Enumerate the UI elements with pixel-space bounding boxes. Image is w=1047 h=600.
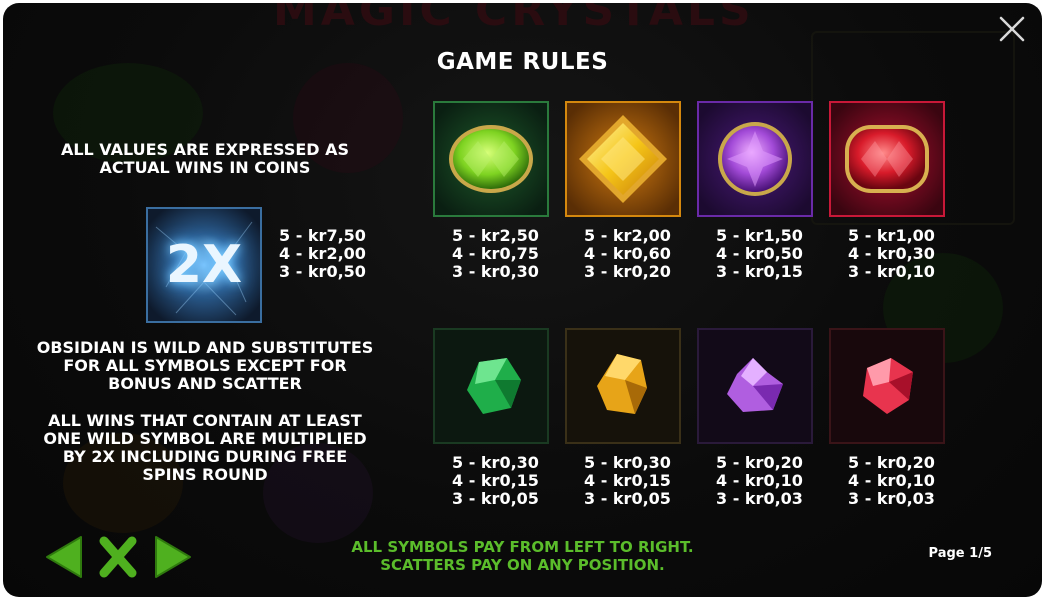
payout-line: 5 - kr1,50 [716,226,803,245]
wild-multiplier-label: 2X [165,235,243,295]
payout-line: 3 - kr0,15 [716,262,803,281]
symbol-tile-yellow-gem [565,101,681,217]
payout-line: 5 - kr0,30 [584,453,671,472]
payout-line: 5 - kr2,50 [452,226,539,245]
payout-line: 3 - kr0,20 [584,262,671,281]
payouts-yellow-crystal: 5 - kr0,30 4 - kr0,15 3 - kr0,05 [584,454,671,508]
wild-symbol-tile: 2X [146,207,262,323]
purple-round-gem-icon [697,101,813,217]
payout-line: 5 - kr2,00 [584,226,671,245]
payouts-green-crystal: 5 - kr0,30 4 - kr0,15 3 - kr0,05 [452,454,539,508]
multiplier-description: ALL WINS THAT CONTAIN AT LEAST ONE WILD … [43,411,367,484]
close-icon [999,16,1025,42]
symbol-tile-green-gem [433,101,549,217]
payouts-green-gem: 5 - kr2,50 4 - kr0,75 3 - kr0,30 [452,227,539,281]
symbol-tile-red-gem [829,101,945,217]
footer-note: ALL SYMBOLS PAY FROM LEFT TO RIGHT. SCAT… [3,538,1042,574]
page-title: GAME RULES [436,49,609,75]
payouts-yellow-gem: 5 - kr2,00 4 - kr0,60 3 - kr0,20 [584,227,671,281]
green-oval-gem-icon [433,101,549,217]
payout-line: 3 - kr0,03 [848,489,935,508]
yellow-diamond-gem-icon [565,101,681,217]
payout-line: 5 - kr0,30 [452,453,539,472]
intro-text: ALL VALUES ARE EXPRESSED AS ACTUAL WINS … [60,140,350,177]
payout-line: 4 - kr0,30 [848,244,935,263]
symbol-tile-red-crystal [829,328,945,444]
footer-line: SCATTERS PAY ON ANY POSITION. [380,556,665,574]
payout-line: 4 - kr0,10 [848,471,935,490]
payout-line: 4 - kr0,60 [584,244,671,263]
payout-line: 5 - kr0,20 [848,453,935,472]
payouts-red-gem: 5 - kr1,00 4 - kr0,30 3 - kr0,10 [848,227,935,281]
symbol-tile-yellow-crystal [565,328,681,444]
payout-line: 4 - kr0,15 [452,471,539,490]
yellow-crystal-icon [565,328,681,444]
symbol-tile-purple-gem [697,101,813,217]
red-cushion-gem-icon [829,101,945,217]
payout-line: 3 - kr0,05 [452,489,539,508]
payout-line: 4 - kr2,00 [279,244,366,263]
payout-line: 4 - kr0,75 [452,244,539,263]
payout-line: 4 - kr0,15 [584,471,671,490]
footer-line: ALL SYMBOLS PAY FROM LEFT TO RIGHT. [351,538,694,556]
rules-panel: MAGIC CRYSTALS GAME RULES ALL VALUES ARE… [3,3,1042,597]
close-button[interactable] [992,9,1032,49]
payout-line: 5 - kr1,00 [848,226,935,245]
green-crystal-icon [433,328,549,444]
payout-line: 3 - kr0,03 [716,489,803,508]
wild-description: OBSIDIAN IS WILD AND SUBSTITUTES FOR ALL… [36,338,374,393]
symbol-tile-green-crystal [433,328,549,444]
purple-crystal-icon [697,328,813,444]
page-indicator: Page 1/5 [928,546,992,561]
payouts-red-crystal: 5 - kr0,20 4 - kr0,10 3 - kr0,03 [848,454,935,508]
payout-line: 3 - kr0,50 [279,262,366,281]
red-crystal-icon [829,328,945,444]
payout-line: 5 - kr0,20 [716,453,803,472]
payout-line: 3 - kr0,05 [584,489,671,508]
wild-payouts: 5 - kr7,50 4 - kr2,00 3 - kr0,50 [279,227,366,281]
payout-line: 4 - kr0,10 [716,471,803,490]
payouts-purple-gem: 5 - kr1,50 4 - kr0,50 3 - kr0,15 [716,227,803,281]
payout-line: 4 - kr0,50 [716,244,803,263]
payout-line: 3 - kr0,10 [848,262,935,281]
symbol-tile-purple-crystal [697,328,813,444]
payouts-purple-crystal: 5 - kr0,20 4 - kr0,10 3 - kr0,03 [716,454,803,508]
payout-line: 5 - kr7,50 [279,226,366,245]
payout-line: 3 - kr0,30 [452,262,539,281]
background-game-logo: MAGIC CRYSTALS [273,3,755,36]
